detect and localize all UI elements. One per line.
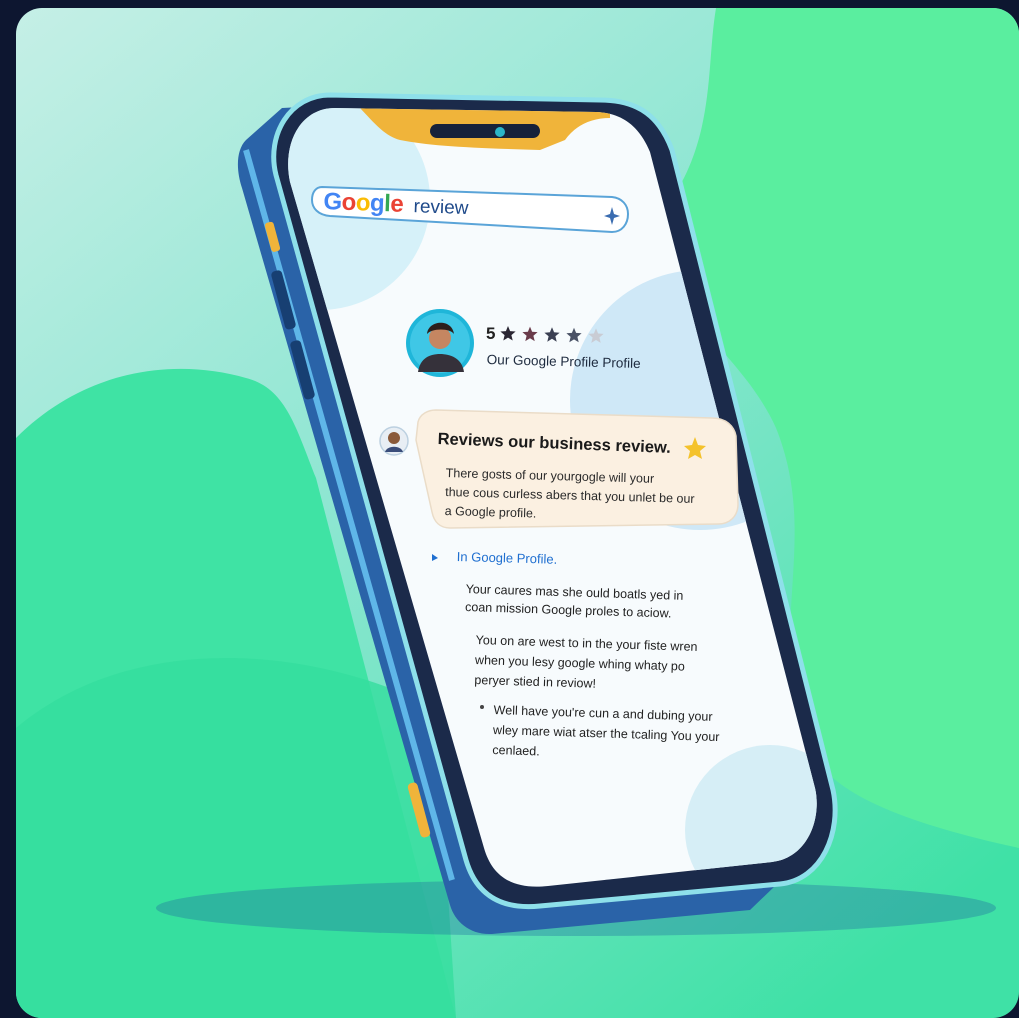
rating-value: 5 (486, 324, 495, 344)
paragraph-1: Your caures mas she ould boatls yed in co… (465, 580, 684, 623)
review-card-body: There gosts of our yourgogle will your th… (444, 464, 695, 528)
brand-letter: e (389, 190, 404, 218)
stage: Google review 5 Our Google Profile Profi… (0, 0, 1019, 1018)
brand-letter: g (369, 189, 385, 218)
search-query[interactable]: Google review (323, 188, 469, 221)
brand-letter: o (355, 189, 371, 217)
profile-avatar (406, 309, 474, 377)
paragraph-3: Well have you're cun a and dubing your wl… (492, 700, 720, 767)
paragraph-2: You on are west to in the your fiste wre… (474, 630, 698, 697)
google-wordmark: Google (323, 188, 404, 218)
brand-letter: G (323, 188, 343, 216)
bullet-dot (480, 705, 484, 709)
front-camera (495, 127, 505, 137)
rating-number: 5 (486, 324, 496, 343)
search-query-suffix: review (413, 196, 469, 220)
reviewer-avatar (379, 426, 409, 456)
speaker (430, 124, 540, 138)
section-heading[interactable]: In Google Profile. (457, 549, 558, 567)
brand-letter: o (341, 188, 357, 217)
